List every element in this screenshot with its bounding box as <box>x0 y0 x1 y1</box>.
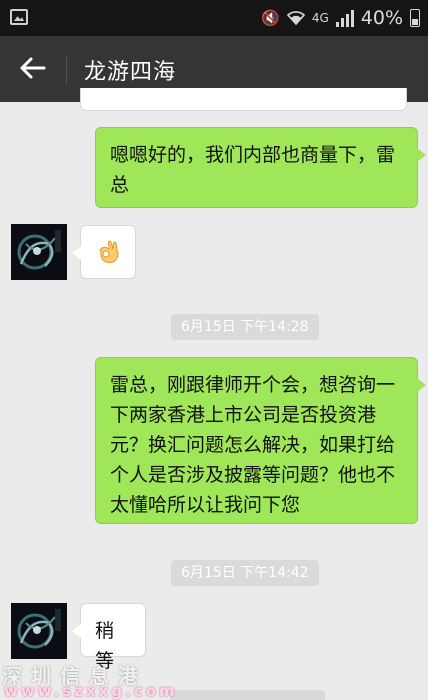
previous-message-bubble[interactable] <box>80 88 407 111</box>
sent-message-bubble[interactable]: 雷总，刚跟律师开个会，想咨询一下两家香港上市公司是否投资港元？换汇问题怎么解决，… <box>95 357 426 524</box>
next-timestamp-partial <box>170 690 325 700</box>
avatar-image <box>11 603 67 659</box>
wifi-icon <box>286 11 305 26</box>
network-type: 4G <box>311 11 329 25</box>
timestamp: 6月15日 下午14:42 <box>171 560 319 586</box>
battery-icon <box>410 9 420 27</box>
status-bar: 🔇 4G 40% <box>0 0 428 36</box>
avatar-image <box>11 224 67 280</box>
timestamp: 6月15日 下午14:28 <box>171 314 319 340</box>
received-message-bubble[interactable] <box>72 225 136 279</box>
avatar[interactable] <box>11 603 67 659</box>
received-message-bubble[interactable]: 稍等 <box>72 603 146 672</box>
gallery-icon <box>10 9 28 25</box>
watermark-url: www.szxxg.com <box>4 682 178 700</box>
arrow-left-icon[interactable] <box>18 53 48 83</box>
signal-icon <box>335 9 354 27</box>
ok-hand-emoji-icon <box>99 240 119 263</box>
avatar[interactable] <box>11 224 67 280</box>
message-text: 雷总，刚跟律师开个会，想咨询一下两家香港上市公司是否投资港元？换汇问题怎么解决，… <box>110 374 396 516</box>
chat-title: 龙游四海 <box>84 60 177 85</box>
mute-icon: 🔇 <box>261 9 280 27</box>
status-icons: 🔇 4G 40% <box>261 7 420 29</box>
battery-percent: 40% <box>360 7 403 29</box>
sent-message-bubble[interactable]: 嗯嗯好的，我们内部也商量下，雷总 <box>95 127 426 208</box>
header-divider <box>66 56 67 84</box>
watermark: 深圳信息港 www.szxxg.com <box>0 660 175 700</box>
message-text: 嗯嗯好的，我们内部也商量下，雷总 <box>110 144 396 196</box>
